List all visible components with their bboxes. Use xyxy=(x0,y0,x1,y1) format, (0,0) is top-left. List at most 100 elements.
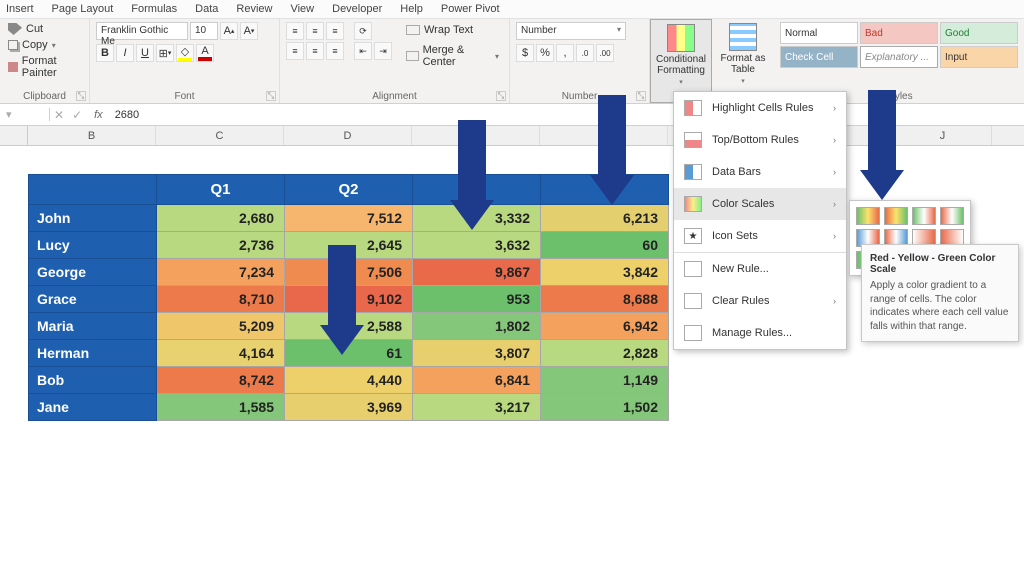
tab-data[interactable]: Data xyxy=(195,3,218,15)
borders-button[interactable]: ⊞▾ xyxy=(156,44,174,62)
alignment-dialog-launcher[interactable]: ⤡ xyxy=(496,91,506,101)
increase-font-button[interactable]: A▴ xyxy=(220,22,238,40)
select-all-corner[interactable] xyxy=(0,126,28,145)
align-right-button[interactable]: ≡ xyxy=(326,42,344,60)
cell[interactable]: 2,680 xyxy=(157,205,285,232)
cell[interactable]: 3,217 xyxy=(413,394,541,421)
cf-highlight-cells-rules[interactable]: Highlight Cells Rules› xyxy=(674,92,846,124)
italic-button[interactable]: I xyxy=(116,44,134,62)
font-dialog-launcher[interactable]: ⤡ xyxy=(266,91,276,101)
cf-color-scales[interactable]: Color Scales› xyxy=(674,188,846,220)
tab-developer[interactable]: Developer xyxy=(332,3,382,15)
copy-button[interactable]: Copy▾ xyxy=(6,38,83,52)
conditional-formatting-menu: Highlight Cells Rules› Top/Bottom Rules›… xyxy=(673,91,847,350)
style-explanatory[interactable]: Explanatory ... xyxy=(860,46,938,68)
decrease-indent-button[interactable]: ⇤ xyxy=(354,42,372,60)
cell[interactable]: 1,502 xyxy=(541,394,669,421)
cell[interactable]: 1,802 xyxy=(413,313,541,340)
col-B[interactable]: B xyxy=(28,126,156,145)
style-check-cell[interactable]: Check Cell xyxy=(780,46,858,68)
cf-manage-rules[interactable]: Manage Rules... xyxy=(674,317,846,349)
color-scale-swatch[interactable] xyxy=(884,207,908,225)
align-bottom-button[interactable]: ≡ xyxy=(326,22,344,40)
cell[interactable]: 2,736 xyxy=(157,232,285,259)
font-size-combo[interactable]: 10 xyxy=(190,22,218,40)
tab-insert[interactable]: Insert xyxy=(6,3,34,15)
comma-button[interactable]: , xyxy=(556,44,574,62)
enter-icon[interactable]: ✓ xyxy=(68,108,86,122)
cf-new-rule[interactable]: New Rule... xyxy=(674,252,846,285)
cf-top-bottom-rules[interactable]: Top/Bottom Rules› xyxy=(674,124,846,156)
cell[interactable]: 6,213 xyxy=(541,205,669,232)
cell[interactable]: 9,867 xyxy=(413,259,541,286)
merge-center-button[interactable]: Merge & Center▾ xyxy=(402,42,503,70)
col-C[interactable]: C xyxy=(156,126,284,145)
color-scale-swatch[interactable] xyxy=(940,207,964,225)
cell[interactable]: 6,942 xyxy=(541,313,669,340)
tab-formulas[interactable]: Formulas xyxy=(131,3,177,15)
cut-button[interactable]: Cut xyxy=(6,22,83,36)
underline-button[interactable]: U xyxy=(136,44,154,62)
cell[interactable]: 8,742 xyxy=(157,367,285,394)
accounting-button[interactable]: $ xyxy=(516,44,534,62)
format-painter-button[interactable]: Format Painter xyxy=(6,54,83,80)
cell[interactable]: 3,632 xyxy=(413,232,541,259)
formula-value[interactable]: 2680 xyxy=(111,109,143,121)
tab-review[interactable]: Review xyxy=(236,3,272,15)
style-good[interactable]: Good xyxy=(940,22,1018,44)
wrap-text-button[interactable]: Wrap Text xyxy=(402,22,503,38)
orientation-button[interactable]: ⟳ xyxy=(354,22,372,40)
align-left-button[interactable]: ≡ xyxy=(286,42,304,60)
color-scale-swatch[interactable] xyxy=(856,207,880,225)
tab-page-layout[interactable]: Page Layout xyxy=(52,3,114,15)
tooltip-body: Apply a color gradient to a range of cel… xyxy=(870,279,1010,333)
col-D[interactable]: D xyxy=(284,126,412,145)
cell[interactable]: 1,585 xyxy=(157,394,285,421)
col-J[interactable]: J xyxy=(894,126,992,145)
decrease-font-button[interactable]: A▾ xyxy=(240,22,258,40)
cf-data-bars[interactable]: Data Bars› xyxy=(674,156,846,188)
cancel-icon[interactable]: ✕ xyxy=(50,108,68,122)
cell[interactable]: 4,440 xyxy=(285,367,413,394)
tab-view[interactable]: View xyxy=(290,3,314,15)
cell[interactable]: 3,969 xyxy=(285,394,413,421)
name-box[interactable]: ▾ xyxy=(0,108,50,121)
align-middle-button[interactable]: ≡ xyxy=(306,22,324,40)
increase-decimal-button[interactable]: .0 xyxy=(576,44,594,62)
cell[interactable]: 4,164 xyxy=(157,340,285,367)
bold-button[interactable]: B xyxy=(96,44,114,62)
cell[interactable]: 3,842 xyxy=(541,259,669,286)
number-format-combo[interactable]: Number▾ xyxy=(516,22,626,40)
percent-button[interactable]: % xyxy=(536,44,554,62)
decrease-decimal-button[interactable]: .00 xyxy=(596,44,614,62)
cf-icon-sets[interactable]: ★Icon Sets› xyxy=(674,220,846,252)
cell[interactable]: 60 xyxy=(541,232,669,259)
increase-indent-button[interactable]: ⇥ xyxy=(374,42,392,60)
cell[interactable]: 953 xyxy=(413,286,541,313)
cell[interactable]: 5,209 xyxy=(157,313,285,340)
fx-icon[interactable]: fx xyxy=(86,109,111,121)
style-input[interactable]: Input xyxy=(940,46,1018,68)
font-name-combo[interactable]: Franklin Gothic Me xyxy=(96,22,188,40)
fill-color-button[interactable]: ◇ xyxy=(176,44,194,62)
style-normal[interactable]: Normal xyxy=(780,22,858,44)
align-center-button[interactable]: ≡ xyxy=(306,42,324,60)
cell[interactable]: 8,688 xyxy=(541,286,669,313)
align-top-button[interactable]: ≡ xyxy=(286,22,304,40)
color-scale-swatch[interactable] xyxy=(912,207,936,225)
font-color-button[interactable]: A xyxy=(196,44,214,62)
number-dialog-launcher[interactable]: ⤡ xyxy=(636,91,646,101)
cell[interactable]: 1,149 xyxy=(541,367,669,394)
cell[interactable]: 3,807 xyxy=(413,340,541,367)
cell[interactable]: 2,828 xyxy=(541,340,669,367)
cell[interactable]: 7,234 xyxy=(157,259,285,286)
tab-help[interactable]: Help xyxy=(400,3,423,15)
cell[interactable]: 8,710 xyxy=(157,286,285,313)
style-bad[interactable]: Bad xyxy=(860,22,938,44)
table-header-row: Q1 Q2 3 xyxy=(29,175,669,205)
clipboard-dialog-launcher[interactable]: ⤡ xyxy=(76,91,86,101)
tab-power-pivot[interactable]: Power Pivot xyxy=(441,3,500,15)
cell[interactable]: 7,512 xyxy=(285,205,413,232)
cell[interactable]: 6,841 xyxy=(413,367,541,394)
cf-clear-rules[interactable]: Clear Rules› xyxy=(674,285,846,317)
